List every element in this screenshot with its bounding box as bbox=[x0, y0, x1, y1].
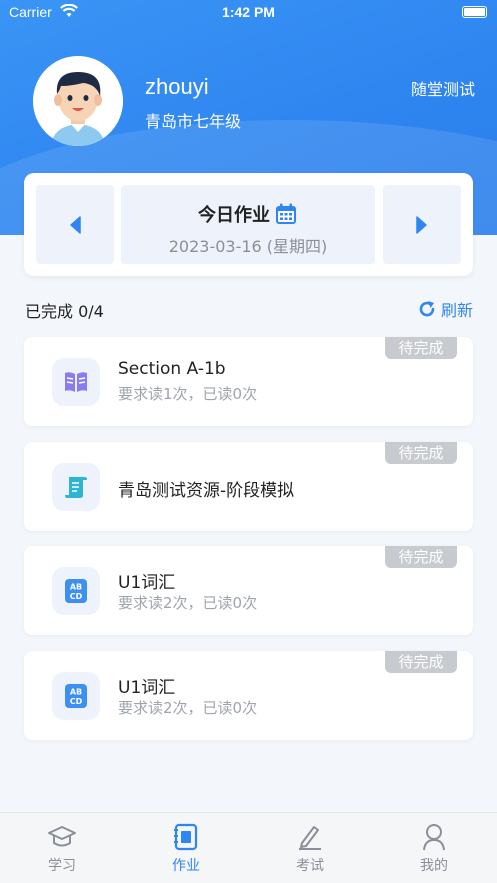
previous-day-button[interactable] bbox=[36, 185, 114, 264]
avatar[interactable] bbox=[33, 56, 123, 146]
status-badge: 待完成 bbox=[385, 546, 457, 568]
status-time: 1:42 PM bbox=[222, 4, 275, 20]
task-title: U1词汇 bbox=[118, 573, 176, 593]
refresh-label: 刷新 bbox=[440, 301, 473, 320]
username: zhouyi bbox=[145, 74, 209, 99]
date-display: 今日作业 2023-03-16 (星期四) bbox=[121, 185, 375, 264]
task-subtitle: 要求读2次，已读0次 bbox=[118, 594, 258, 612]
caret-right-icon bbox=[416, 215, 427, 234]
tab-label: 学习 bbox=[48, 858, 76, 874]
tab-mine[interactable]: 我的 bbox=[372, 823, 496, 875]
tab-exam[interactable]: 考试 bbox=[248, 823, 372, 875]
task-subtitle: 要求读2次，已读0次 bbox=[118, 699, 258, 717]
tab-homework[interactable]: 作业 bbox=[124, 823, 248, 875]
tab-study[interactable]: 学习 bbox=[0, 823, 124, 875]
tab-label: 作业 bbox=[172, 858, 200, 874]
task-card[interactable]: 青岛测试资源-阶段模拟 待完成 bbox=[24, 442, 473, 531]
task-card[interactable]: AB CD U1词汇 要求读2次，已读0次 待完成 bbox=[24, 651, 473, 740]
svg-text:AB: AB bbox=[70, 688, 82, 697]
refresh-icon bbox=[419, 301, 435, 317]
status-badge: 待完成 bbox=[385, 442, 457, 464]
calendar-icon[interactable] bbox=[274, 202, 298, 226]
task-title: Section A-1b bbox=[118, 359, 226, 379]
svg-text:CD: CD bbox=[70, 697, 83, 706]
class-test-button[interactable]: 随堂测试 bbox=[411, 76, 475, 100]
tab-label: 我的 bbox=[420, 858, 448, 874]
task-card[interactable]: Section A-1b 要求读1次，已读0次 待完成 bbox=[24, 337, 473, 426]
progress-label: 已完成 0/4 bbox=[25, 302, 104, 321]
next-day-button[interactable] bbox=[383, 185, 461, 264]
task-title: U1词汇 bbox=[118, 678, 176, 698]
status-badge: 待完成 bbox=[385, 651, 457, 673]
person-icon bbox=[372, 823, 496, 851]
status-badge: 待完成 bbox=[385, 337, 457, 359]
task-title: 青岛测试资源-阶段模拟 bbox=[118, 481, 295, 501]
refresh-button[interactable]: 刷新 bbox=[417, 297, 473, 321]
abcd-icon: AB CD bbox=[52, 672, 100, 720]
task-subtitle: 要求读1次，已读0次 bbox=[118, 385, 258, 403]
homework-icon bbox=[124, 823, 248, 851]
caret-left-icon bbox=[70, 215, 81, 234]
tab-label: 考试 bbox=[296, 858, 324, 874]
battery-icon bbox=[462, 6, 487, 18]
tab-bar: 学习 作业 考试 我的 bbox=[0, 812, 497, 883]
grade-label: 青岛市七年级 bbox=[145, 112, 242, 131]
status-bar: Carrier 1:42 PM bbox=[0, 0, 497, 26]
pencil-icon bbox=[248, 823, 372, 851]
date-text: 2023-03-16 (星期四) bbox=[168, 237, 328, 256]
task-card[interactable]: AB CD U1词汇 要求读2次，已读0次 待完成 bbox=[24, 546, 473, 635]
date-title: 今日作业 bbox=[198, 205, 270, 226]
abcd-icon: AB CD bbox=[52, 567, 100, 615]
graduation-cap-icon bbox=[0, 823, 124, 851]
scroll-icon bbox=[52, 463, 100, 511]
book-icon bbox=[52, 358, 100, 406]
svg-text:AB: AB bbox=[70, 583, 82, 592]
svg-text:CD: CD bbox=[70, 592, 83, 601]
date-card: 今日作业 2023-03-16 (星期四) bbox=[24, 173, 473, 276]
